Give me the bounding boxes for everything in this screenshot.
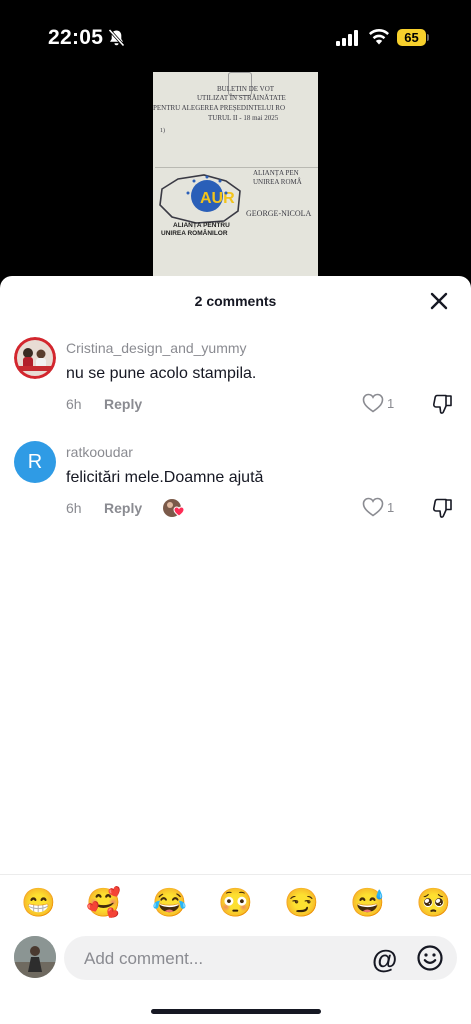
- party-name: UNIREA ROMÂ: [253, 178, 302, 186]
- ballot-image: BULETIN DE VOT UTILIZAT ÎN STRĂINĂTATE P…: [153, 72, 318, 285]
- logo-caption: UNIREA ROMÂNILOR: [161, 230, 228, 237]
- reply-button[interactable]: Reply: [104, 396, 142, 412]
- avatar[interactable]: [14, 337, 56, 379]
- logo-caption: ALIANȚA PENTRU: [173, 222, 230, 229]
- comment-input-box: @: [64, 936, 457, 982]
- ballot-line: PENTRU ALEGEREA PREȘEDINTELUI RO: [153, 104, 286, 112]
- status-bar: 22:05 65: [0, 0, 471, 70]
- emoji-pleading-button[interactable]: 🥺: [416, 885, 451, 921]
- emoji-grin-button[interactable]: 😁: [21, 885, 56, 921]
- ballot-number: 1): [160, 128, 165, 134]
- heart-icon[interactable]: [362, 497, 384, 517]
- comment-username[interactable]: Cristina_design_and_yummy: [66, 340, 247, 356]
- bell-slash-icon: [108, 29, 125, 47]
- mention-button[interactable]: @: [372, 944, 397, 975]
- creator-liked-icon: [163, 499, 185, 517]
- ballot-divider: [155, 167, 318, 168]
- avatar-letter: R: [27, 451, 43, 473]
- logo-text: AUR: [200, 190, 235, 207]
- battery-icon: 65: [397, 29, 429, 47]
- candidate-name: GEORGE-NICOLA: [246, 209, 312, 218]
- emoji-picker-icon[interactable]: [416, 944, 444, 972]
- emoji-smiling-hearts-button[interactable]: 🥰: [86, 885, 121, 921]
- status-time: 22:05: [48, 26, 104, 49]
- avatar[interactable]: R: [14, 441, 56, 483]
- close-icon[interactable]: [429, 291, 449, 311]
- comment-username[interactable]: ratkooudar: [66, 444, 133, 460]
- heart-icon[interactable]: [362, 393, 384, 413]
- reply-button[interactable]: Reply: [104, 500, 142, 516]
- emoji-flushed-button[interactable]: 😳: [218, 885, 253, 921]
- sheet-title: 2 comments: [194, 293, 277, 309]
- avatar[interactable]: [14, 936, 56, 978]
- comment-text: felicitări mele.Doamne ajută: [66, 469, 264, 486]
- battery-level: 65: [404, 30, 419, 45]
- thumbs-down-icon[interactable]: [432, 393, 454, 415]
- comment-time: 6h: [66, 500, 82, 516]
- home-indicator: [151, 1009, 321, 1014]
- video-preview[interactable]: BULETIN DE VOT UTILIZAT ÎN STRĂINĂTATE P…: [0, 70, 471, 285]
- wifi-icon: [369, 29, 389, 45]
- emoji-tears-of-joy-button[interactable]: 😂: [152, 885, 187, 921]
- ballot-line: UTILIZAT ÎN STRĂINĂTATE: [197, 94, 286, 102]
- party-name: ALIANȚA PEN: [253, 169, 299, 177]
- cellular-signal-icon: [336, 30, 358, 46]
- ballot-line: BULETIN DE VOT: [217, 85, 275, 93]
- emoji-sweat-smile-button[interactable]: 😅: [350, 885, 385, 921]
- emoji-smirk-button[interactable]: 😏: [284, 885, 319, 921]
- emoji-quick-bar: 😁 🥰 😂 😳 😏 😅 🥺: [0, 885, 471, 925]
- comment-text: nu se pune acolo stampila.: [66, 365, 257, 382]
- comment-composer: @: [0, 936, 471, 982]
- comment-input[interactable]: [82, 936, 356, 982]
- ballot-line: TURUL II - 18 mai 2025: [208, 114, 279, 122]
- like-count: 1: [387, 500, 395, 515]
- thumbs-down-icon[interactable]: [432, 497, 454, 519]
- comment-time: 6h: [66, 396, 82, 412]
- like-count: 1: [387, 396, 395, 411]
- composer-divider: [0, 874, 471, 875]
